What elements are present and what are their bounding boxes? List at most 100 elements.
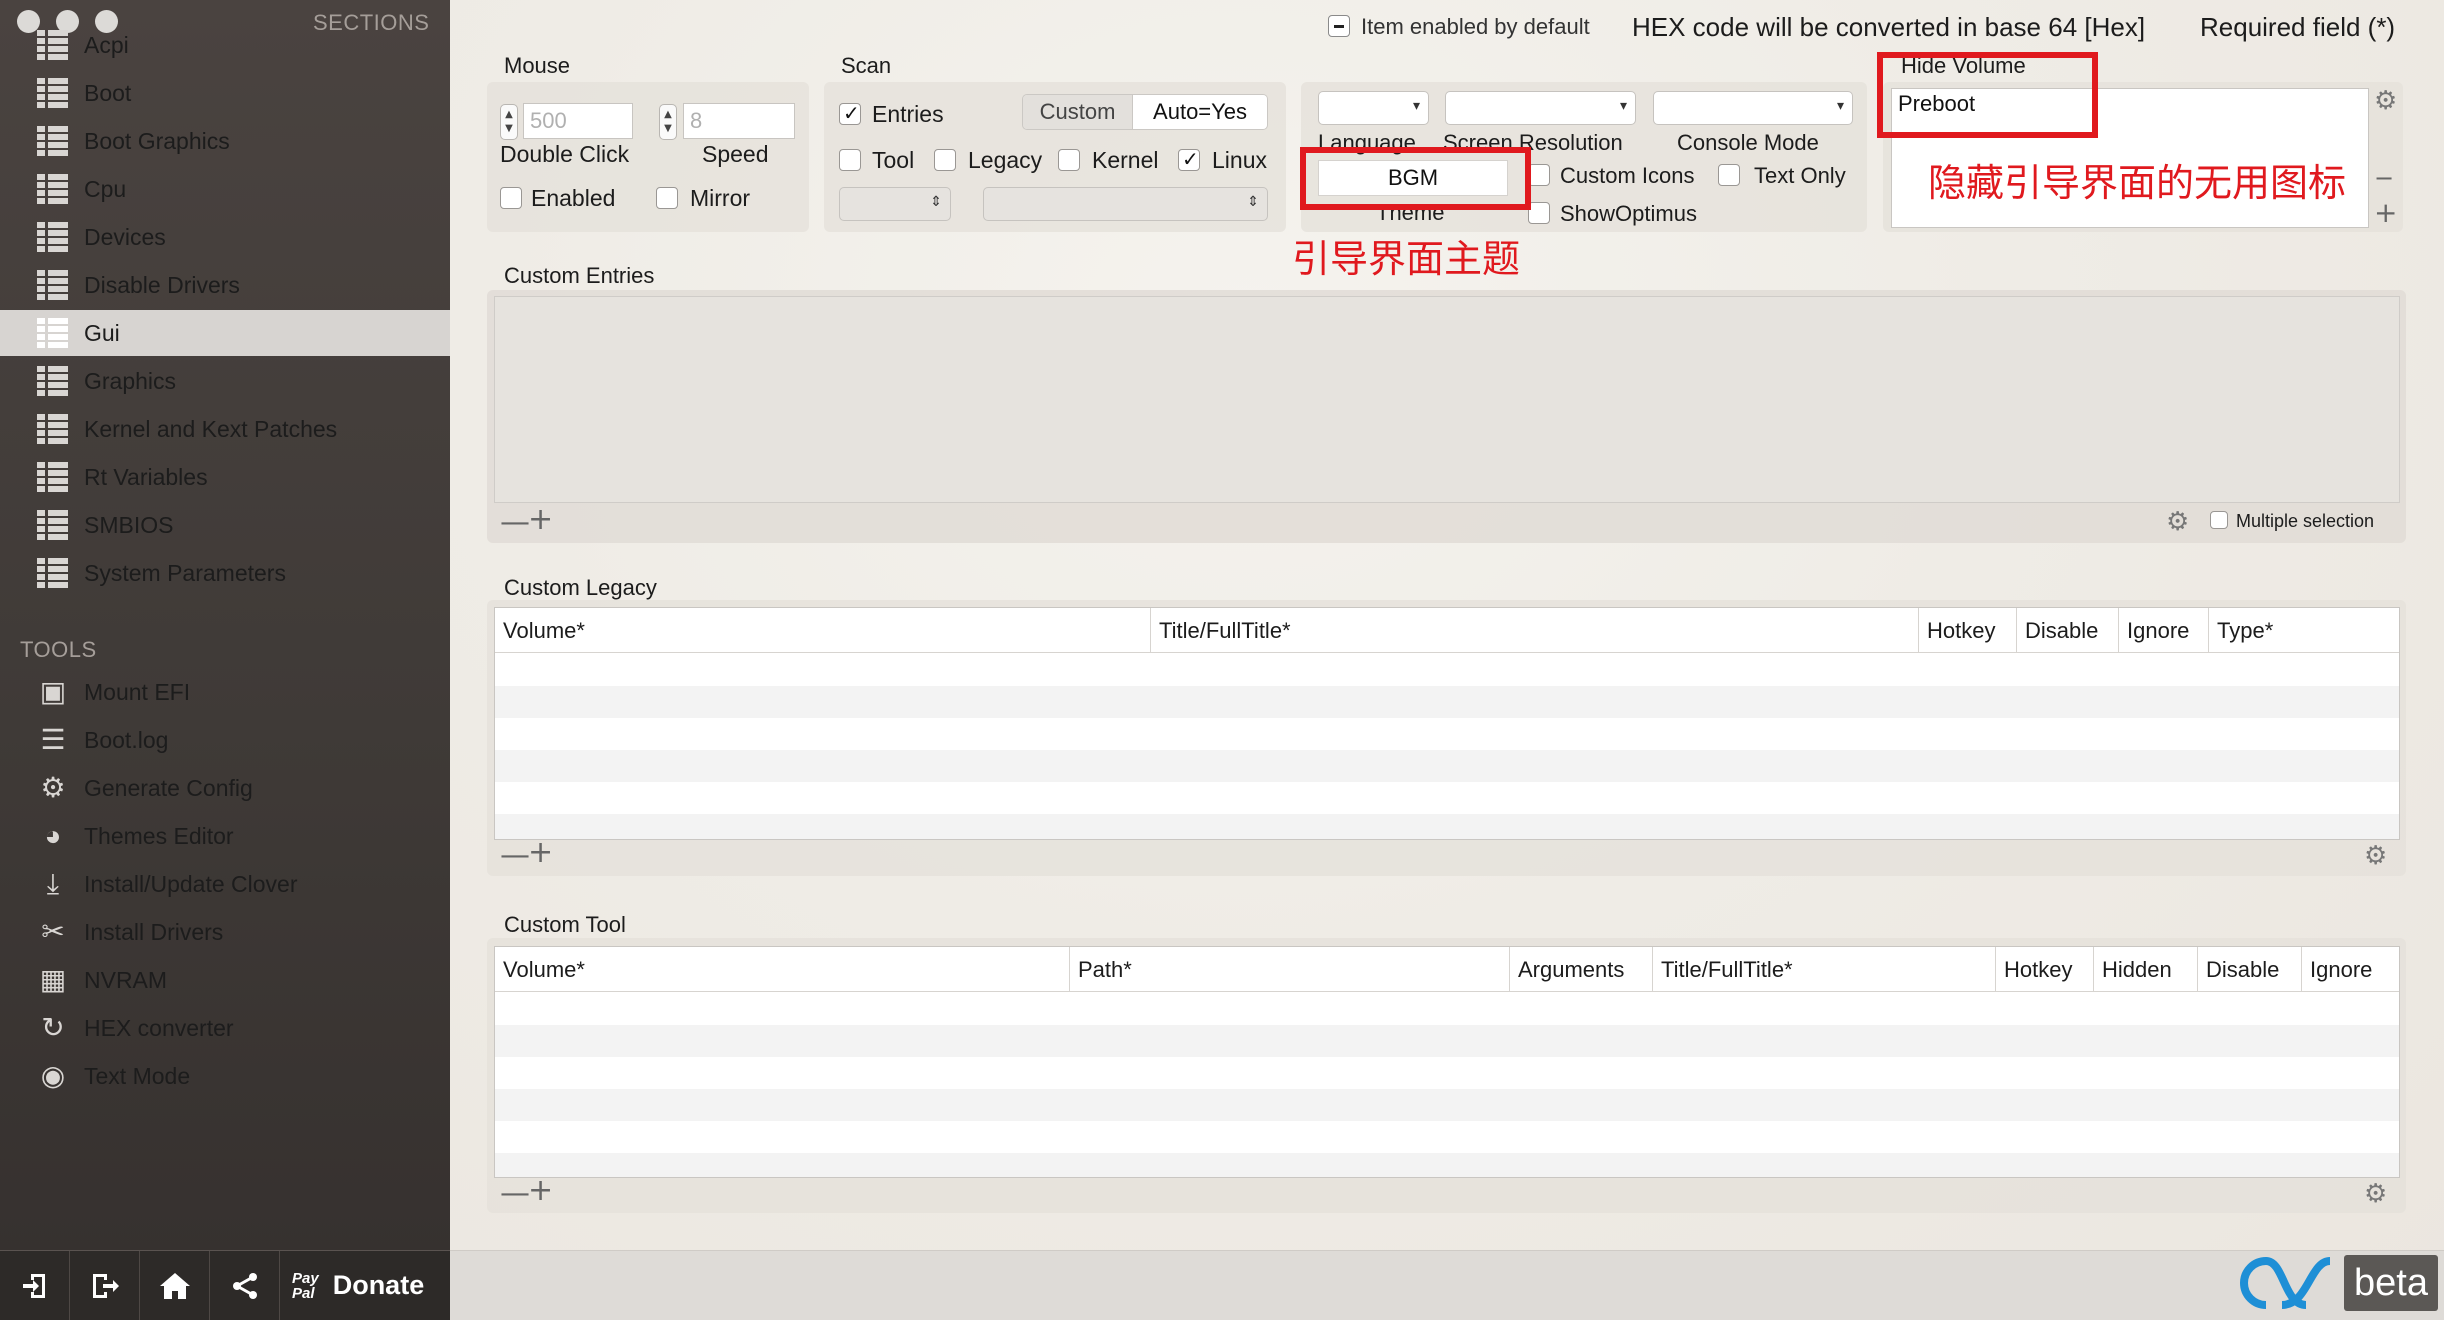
sidebar-item-label: Rt Variables — [84, 463, 208, 490]
scan-kernel-label: Kernel — [1092, 147, 1159, 173]
custom-legacy-remove-button[interactable]: — — [500, 838, 530, 873]
sidebar-item-smbios[interactable]: SMBIOS — [0, 502, 450, 548]
tool-item-mount-efi[interactable]: ▣ Mount EFI — [0, 669, 450, 715]
gear-icon[interactable]: ⚙ — [2166, 507, 2189, 537]
sidebar-item-label: Boot — [84, 79, 132, 106]
language-popup[interactable]: ▾ — [1318, 91, 1429, 125]
gear-icon[interactable]: ⚙ — [2364, 841, 2387, 871]
sidebar-item-gui[interactable]: Gui — [0, 310, 450, 356]
column-header[interactable]: Disable — [2017, 608, 2119, 653]
segment-auto-yes[interactable]: Auto=Yes — [1132, 95, 1267, 129]
column-header[interactable]: Title/FullTitle* — [1653, 947, 1996, 992]
list-icon — [37, 413, 69, 445]
scan-kernel-popup[interactable]: ⇕ — [983, 187, 1268, 221]
custom-legacy-add-button[interactable]: + — [528, 835, 553, 870]
segment-custom[interactable]: Custom — [1023, 95, 1133, 129]
add-volume-button[interactable]: + — [2374, 196, 2397, 229]
column-header[interactable]: Ignore — [2119, 608, 2209, 653]
tool-item-boot-log[interactable]: ☰ Boot.log — [0, 717, 450, 763]
mouse-mirror-checkbox[interactable] — [656, 187, 678, 209]
column-header[interactable]: Type* — [2209, 608, 2399, 653]
hex-note: HEX code will be converted in base 64 [H… — [1632, 12, 2146, 42]
paypal-text-2: Pal — [292, 1284, 315, 1302]
scan-legacy-popup[interactable]: ⇕ — [839, 187, 951, 221]
tools-icon: ✂ — [41, 916, 65, 947]
column-header[interactable]: Ignore — [2302, 947, 2399, 992]
export-icon — [92, 1273, 119, 1298]
sidebar-item-boot-graphics[interactable]: Boot Graphics — [0, 118, 450, 164]
text-only-checkbox[interactable] — [1718, 164, 1740, 186]
speed-label: Speed — [702, 141, 769, 167]
show-optimus-checkbox[interactable] — [1528, 202, 1550, 224]
sidebar-item-acpi[interactable]: Acpi — [0, 22, 450, 68]
paypal-icon: Pay Pal — [292, 1271, 319, 1301]
sidebar-item-devices[interactable]: Devices — [0, 214, 450, 260]
custom-entries-add-button[interactable]: + — [528, 502, 553, 537]
tool-item-label: Mount EFI — [84, 678, 191, 705]
home-icon — [159, 1272, 190, 1299]
export-button[interactable] — [70, 1250, 140, 1320]
column-header[interactable]: Hotkey — [1919, 608, 2017, 653]
scan-entries-checkbox[interactable] — [839, 101, 861, 125]
double-click-stepper[interactable]: ▲ ▼ — [500, 104, 518, 140]
double-click-field[interactable]: 500 — [523, 103, 633, 139]
sidebar-item-disable-drivers[interactable]: Disable Drivers — [0, 262, 450, 308]
disk-icon: ▣ — [39, 676, 67, 707]
tool-item-install-update-clover[interactable]: ⤓ Install/Update Clover — [0, 861, 450, 907]
column-header[interactable]: Volume* — [495, 608, 1151, 653]
speed-field[interactable]: 8 — [683, 103, 795, 139]
sidebar-item-system-parameters[interactable]: System Parameters — [0, 550, 450, 596]
column-header[interactable]: Arguments — [1510, 947, 1653, 992]
scan-legacy-checkbox[interactable] — [934, 149, 956, 171]
custom-tool-remove-button[interactable]: — — [500, 1176, 530, 1211]
sidebar-item-cpu[interactable]: Cpu — [0, 166, 450, 212]
table-body — [495, 993, 2399, 1177]
home-button[interactable] — [140, 1250, 210, 1320]
scan-kernel-checkbox[interactable] — [1058, 149, 1080, 171]
donate-label: Donate — [332, 1270, 425, 1300]
speed-stepper[interactable]: ▲ ▼ — [659, 104, 677, 140]
sidebar-item-boot[interactable]: Boot — [0, 70, 450, 116]
sidebar-item-graphics[interactable]: Graphics — [0, 358, 450, 404]
import-button[interactable] — [0, 1250, 70, 1320]
list-icon — [37, 29, 69, 61]
column-header[interactable]: Path* — [1070, 947, 1510, 992]
scan-linux-checkbox[interactable] — [1178, 147, 1200, 171]
custom-legacy-table[interactable]: Volume* Title/FullTitle* Hotkey Disable … — [494, 607, 2400, 840]
chevron-down-icon: ▾ — [1836, 98, 1844, 114]
donate-button[interactable]: Pay Pal Donate — [280, 1270, 424, 1301]
tool-item-generate-config[interactable]: ⚙ Generate Config — [0, 765, 450, 811]
mouse-enabled-checkbox[interactable] — [500, 187, 522, 209]
sidebar: SECTIONS Acpi Boot Boot Graphics Cpu Devices… — [0, 0, 450, 1320]
custom-tool-table[interactable]: Volume* Path* Arguments Title/FullTitle*… — [494, 946, 2400, 1178]
column-header[interactable]: Hidden — [2094, 947, 2198, 992]
tool-item-nvram[interactable]: ▦ NVRAM — [0, 957, 450, 1003]
tool-item-label: Text Mode — [84, 1062, 191, 1089]
sidebar-item-kernel-and-kext-patches[interactable]: Kernel and Kext Patches — [0, 406, 450, 452]
custom-icons-checkbox[interactable] — [1528, 164, 1550, 186]
multiple-selection-checkbox[interactable] — [2210, 511, 2228, 529]
sidebar-item-label: System Parameters — [84, 559, 286, 586]
sidebar-item-rt-variables[interactable]: Rt Variables — [0, 454, 450, 500]
console-mode-popup[interactable]: ▾ — [1653, 91, 1853, 125]
gear-icon[interactable]: ⚙ — [2364, 1179, 2387, 1209]
remove-volume-button[interactable]: − — [2374, 164, 2394, 192]
column-header[interactable]: Disable — [2198, 947, 2302, 992]
column-header[interactable]: Volume* — [495, 947, 1070, 992]
custom-tool-add-button[interactable]: + — [528, 1173, 553, 1208]
tool-item-label: Boot.log — [84, 726, 169, 753]
tool-item-themes-editor[interactable]: ◕ Themes Editor — [0, 813, 450, 859]
share-button[interactable] — [210, 1250, 280, 1320]
tool-item-text-mode[interactable]: ◉ Text Mode — [0, 1053, 450, 1099]
scan-tool-checkbox[interactable] — [839, 149, 861, 171]
column-header[interactable]: Title/FullTitle* — [1151, 608, 1919, 653]
column-header[interactable]: Hotkey — [1996, 947, 2094, 992]
oc-logo: beta — [2238, 1255, 2438, 1311]
tool-item-hex-converter[interactable]: ↻ HEX converter — [0, 1005, 450, 1051]
tool-item-install-drivers[interactable]: ✂ Install Drivers — [0, 909, 450, 955]
custom-entries-remove-button[interactable]: — — [500, 505, 530, 540]
custom-entries-list[interactable] — [494, 296, 2400, 503]
gear-icon[interactable]: ⚙ — [2374, 86, 2397, 116]
screen-resolution-popup[interactable]: ▾ — [1445, 91, 1636, 125]
updown-chevron-icon: ⇕ — [930, 194, 942, 210]
